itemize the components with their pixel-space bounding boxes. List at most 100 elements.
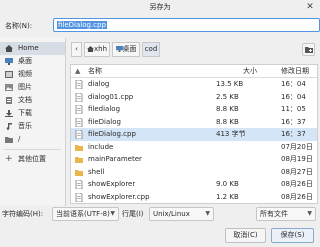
- sidebar-item-desktop[interactable]: 桌面: [0, 55, 65, 68]
- sidebar-item-pictures[interactable]: 图片: [0, 81, 65, 94]
- file-row[interactable]: showExplorer.cpp 1.2 KB 08月26日: [71, 191, 317, 204]
- name-label: 名称(N):: [5, 22, 33, 30]
- sidebar-item-music[interactable]: 音乐: [0, 120, 65, 133]
- file-name: include: [88, 142, 114, 151]
- sidebar-divider: [4, 149, 61, 150]
- file-size: 2.5 KB: [216, 92, 239, 101]
- column-header-size[interactable]: 大小: [243, 65, 257, 78]
- file-rows: dialog 13.5 KB 16：04 dialog01.cpp 2.5 KB 16：0…: [71, 78, 317, 203]
- home-icon: [87, 46, 94, 52]
- file-modified: 08月19日: [281, 155, 313, 163]
- encoding-value: 当前语系(UTF-8): [56, 210, 110, 218]
- file-filter-value: 所有文件: [260, 210, 288, 218]
- file-modified: 16：04: [281, 92, 306, 101]
- sidebar-item-other-locations[interactable]: + 其他位置: [0, 153, 65, 166]
- plus-icon: +: [5, 154, 13, 164]
- file-modified: 11：05: [281, 105, 306, 113]
- sidebar-item-root[interactable]: /: [0, 133, 65, 146]
- file-name: showExplorer.cpp: [88, 192, 150, 201]
- file-name: fileDialog: [88, 117, 121, 126]
- file-row[interactable]: dialog 13.5 KB 16：04: [71, 78, 317, 91]
- folder-icon: [5, 137, 13, 143]
- file-row[interactable]: fileDialog 8.8 KB 16：37: [71, 116, 317, 129]
- file-size: 8.8 KB: [216, 105, 239, 113]
- sidebar-item-label: Home: [18, 44, 39, 52]
- path-label: 桌面: [122, 45, 137, 53]
- file-icon: [75, 80, 83, 89]
- chevron-down-icon: ▼: [307, 210, 312, 217]
- path-label: cod: [144, 45, 158, 53]
- file-modified: 08月27日: [281, 167, 313, 176]
- new-folder-button[interactable]: [302, 43, 315, 56]
- file-size: 9.0 KB: [216, 180, 239, 188]
- desktop-icon: [5, 58, 13, 65]
- file-name: dialog01.cpp: [88, 92, 134, 101]
- path-button-desktop[interactable]: 桌面: [112, 42, 140, 57]
- download-icon: [5, 110, 13, 117]
- path-label: xhh: [93, 45, 107, 53]
- file-row[interactable]: showExplorer 9.0 KB 08月26日: [71, 178, 317, 191]
- bottom-controls: 字符编码(H): 当前语系(UTF-8) ▼ 行尾(I) Unix/Linux ▼ …: [0, 207, 320, 247]
- file-row[interactable]: shell 08月27日: [71, 166, 317, 179]
- file-list-header: ▲ 名称 大小 修改日期: [71, 65, 317, 78]
- path-bar: ‹ xhh 桌面 cod: [71, 42, 317, 57]
- column-header-name[interactable]: 名称: [88, 65, 102, 78]
- column-header-modified[interactable]: 修改日期: [281, 65, 309, 78]
- encoding-label: 字符编码(H):: [2, 210, 44, 218]
- chevron-down-icon: ▼: [205, 210, 210, 217]
- filename-input[interactable]: fileDialog.cpp: [53, 18, 320, 32]
- file-icon: [75, 92, 83, 102]
- file-row[interactable]: include 07月20日: [71, 141, 317, 154]
- file-row[interactable]: filedialog 8.8 KB 11：05: [71, 103, 317, 116]
- folder-plus-icon: [305, 47, 313, 53]
- file-row[interactable]: mainParameter 08月19日: [71, 153, 317, 166]
- video-icon: [5, 71, 13, 78]
- sidebar-item-label: /: [18, 135, 21, 143]
- line-ending-select[interactable]: Unix/Linux ▼: [149, 207, 214, 221]
- save-button[interactable]: 保存(S): [271, 228, 314, 243]
- file-name: filedialog: [88, 105, 121, 113]
- file-icon: [75, 180, 83, 189]
- sidebar-item-home[interactable]: Home: [0, 42, 65, 55]
- folder-icon: [75, 169, 83, 176]
- file-size: 13.5 KB: [216, 80, 244, 88]
- encoding-select[interactable]: 当前语系(UTF-8) ▼: [52, 207, 119, 221]
- file-name: showExplorer: [88, 180, 136, 188]
- places-sidebar: Home 桌面 视频 图片 文档 下载 音乐 / + 其他位置: [0, 38, 66, 206]
- file-row[interactable]: fileDialog.cpp 413 字节 16：37: [71, 128, 317, 141]
- music-icon: [6, 123, 12, 130]
- file-modified: 08月26日: [281, 180, 313, 188]
- folder-icon: [75, 157, 83, 163]
- file-modified: 08月26日: [281, 192, 313, 201]
- file-size: 1.2 KB: [216, 192, 239, 201]
- desktop-icon: [115, 46, 123, 52]
- file-modified: 16：37: [281, 117, 306, 126]
- path-scroll-left-button[interactable]: ‹: [71, 42, 82, 57]
- file-icon: [75, 192, 83, 202]
- name-row: 名称(N): fileDialog.cpp: [4, 18, 320, 32]
- line-ending-value: Unix/Linux: [153, 210, 190, 218]
- file-row[interactable]: dialog01.cpp 2.5 KB 16：04: [71, 91, 317, 104]
- sidebar-item-label: 其他位置: [18, 155, 46, 163]
- sidebar-item-documents[interactable]: 文档: [0, 94, 65, 107]
- sidebar-item-downloads[interactable]: 下载: [0, 107, 65, 120]
- folder-icon: [75, 144, 83, 151]
- line-ending-label: 行尾(I): [122, 210, 144, 218]
- file-name: dialog: [88, 80, 110, 88]
- file-name: fileDialog.cpp: [88, 130, 136, 138]
- file-icon: [75, 105, 83, 114]
- file-icon: [75, 130, 83, 139]
- file-list: ▲ 名称 大小 修改日期 dialog 13.5 KB 16：04 dialog01.…: [70, 64, 318, 204]
- sidebar-item-video[interactable]: 视频: [0, 68, 65, 81]
- path-button-home[interactable]: xhh: [84, 42, 110, 57]
- file-modified: 07月20日: [281, 142, 313, 151]
- file-filter-select[interactable]: 所有文件 ▼: [256, 207, 316, 221]
- close-icon[interactable]: ✕: [305, 2, 315, 12]
- file-name: shell: [88, 167, 105, 176]
- sort-up-icon: ▲: [75, 67, 81, 75]
- file-modified: 16：04: [281, 80, 306, 88]
- file-icon: [75, 117, 83, 127]
- cancel-button[interactable]: 取消(C): [225, 228, 266, 243]
- path-button-current[interactable]: cod: [142, 42, 160, 57]
- sidebar-item-label: 音乐: [18, 122, 32, 130]
